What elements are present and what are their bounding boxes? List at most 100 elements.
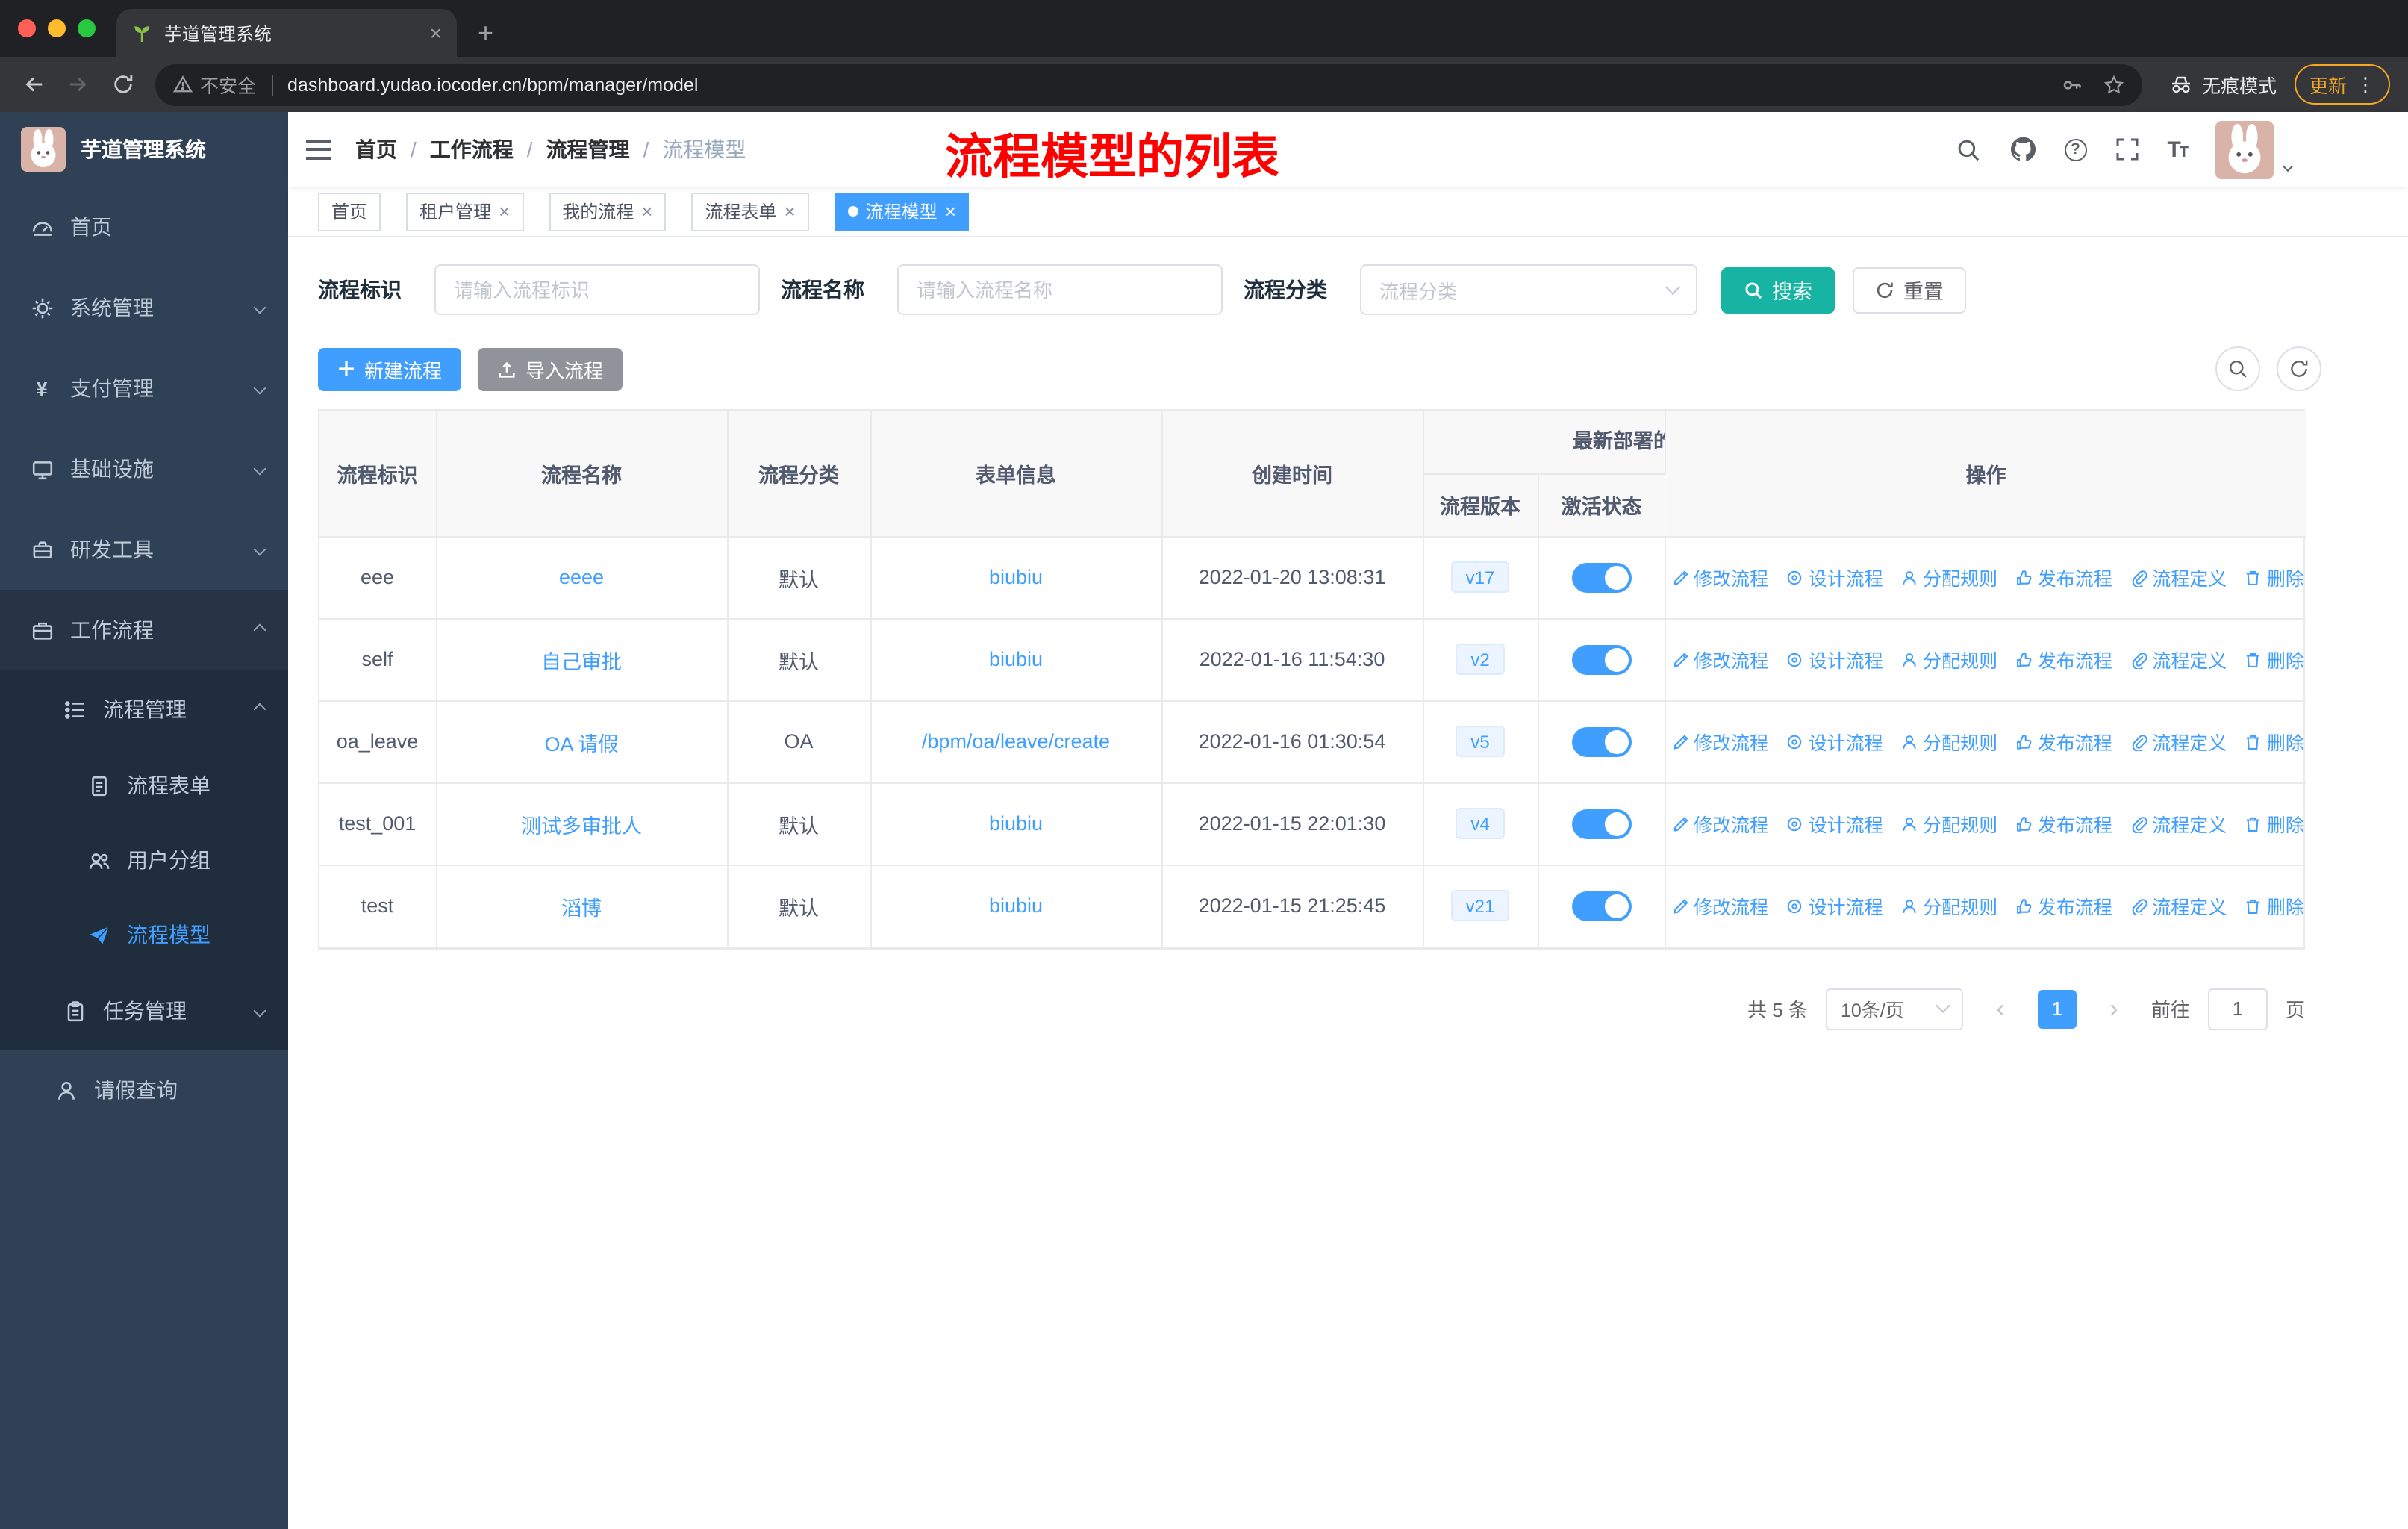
delete-action[interactable]: 删除 <box>2245 727 2304 756</box>
sidebar-logo[interactable]: 芋道管理系统 <box>0 112 288 187</box>
sidebar-item-payment[interactable]: ¥ 支付管理 <box>0 348 288 429</box>
goto-page-input[interactable] <box>2207 988 2268 1030</box>
process-name-link[interactable]: 测试多审批人 <box>521 815 642 837</box>
process-name-link[interactable]: OA 请假 <box>544 732 618 755</box>
process-name-link[interactable]: eeee <box>559 566 604 588</box>
sidebar-item-process-model[interactable]: 流程模型 <box>0 897 288 972</box>
tag-home[interactable]: 首页 <box>318 192 381 231</box>
new-tab-button[interactable]: + <box>457 9 514 57</box>
next-page-button[interactable]: › <box>2094 989 2133 1028</box>
form-info-link[interactable]: /bpm/oa/leave/create <box>922 730 1110 753</box>
browser-update-chip[interactable]: 更新 ⋮ <box>2294 64 2390 105</box>
status-toggle[interactable] <box>1571 726 1631 756</box>
sidebar-item-leave-query[interactable]: 请假查询 <box>0 1050 288 1130</box>
sidebar-item-home[interactable]: 首页 <box>0 187 288 267</box>
page-size-select[interactable]: 10条/页 <box>1825 988 1963 1030</box>
status-toggle[interactable] <box>1571 562 1631 592</box>
zoom-window-button[interactable] <box>78 19 96 37</box>
delete-action[interactable]: 删除 <box>2245 891 2304 920</box>
process-definition-action[interactable]: 流程定义 <box>2130 809 2227 838</box>
design-process-action[interactable]: 设计流程 <box>1786 727 1883 756</box>
sidebar-item-user-group[interactable]: 用户分组 <box>0 823 288 897</box>
assign-rule-action[interactable]: 分配规则 <box>1900 727 1997 756</box>
fullscreen-icon[interactable] <box>2115 137 2139 161</box>
sidebar-item-system[interactable]: 系统管理 <box>0 267 288 348</box>
sidebar-item-workflow[interactable]: 工作流程 <box>0 590 288 670</box>
version-badge[interactable]: v21 <box>1450 890 1510 921</box>
status-toggle[interactable] <box>1571 809 1631 838</box>
font-size-icon[interactable]: TT <box>2167 137 2189 162</box>
back-button[interactable] <box>12 63 54 105</box>
delete-action[interactable]: 删除 <box>2245 645 2304 673</box>
design-process-action[interactable]: 设计流程 <box>1786 891 1883 920</box>
tag-tenant[interactable]: 租户管理 × <box>406 192 524 231</box>
process-definition-action[interactable]: 流程定义 <box>2130 563 2227 591</box>
url-text[interactable]: dashboard.yudao.iocoder.cn/bpm/manager/m… <box>287 74 698 95</box>
browser-menu-icon[interactable]: ⋮ <box>2356 72 2375 96</box>
process-name-link[interactable]: 自己审批 <box>541 650 622 673</box>
form-info-link[interactable]: biubiu <box>989 566 1043 588</box>
sidebar-item-task-mgmt[interactable]: 任务管理 <box>0 972 288 1050</box>
close-icon[interactable]: × <box>785 202 796 221</box>
form-info-link[interactable]: biubiu <box>989 812 1043 835</box>
show-search-icon[interactable] <box>2215 346 2260 391</box>
process-definition-action[interactable]: 流程定义 <box>2130 891 2227 920</box>
user-avatar[interactable] <box>2215 120 2274 178</box>
help-icon[interactable]: ? <box>2064 138 2087 161</box>
form-info-link[interactable]: biubiu <box>989 648 1043 670</box>
bookmark-star-icon[interactable] <box>2103 74 2124 95</box>
design-process-action[interactable]: 设计流程 <box>1786 645 1883 673</box>
tab-close-icon[interactable]: × <box>430 22 442 43</box>
process-definition-action[interactable]: 流程定义 <box>2130 645 2227 673</box>
publish-process-action[interactable]: 发布流程 <box>2015 891 2112 920</box>
design-process-action[interactable]: 设计流程 <box>1786 809 1883 838</box>
tag-process-form[interactable]: 流程表单 × <box>691 192 809 231</box>
version-badge[interactable]: v17 <box>1450 561 1510 593</box>
current-page[interactable]: 1 <box>2037 989 2077 1028</box>
edit-process-action[interactable]: 修改流程 <box>1671 563 1768 591</box>
close-icon[interactable]: × <box>641 202 652 221</box>
reload-button[interactable] <box>102 63 143 105</box>
assign-rule-action[interactable]: 分配规则 <box>1900 563 1997 591</box>
assign-rule-action[interactable]: 分配规则 <box>1900 891 1997 920</box>
forward-button[interactable] <box>57 63 99 105</box>
breadcrumb-item[interactable]: 流程管理 <box>546 134 630 164</box>
breadcrumb-item[interactable]: 首页 <box>355 134 397 164</box>
close-window-button[interactable] <box>18 19 36 37</box>
category-select[interactable]: 流程分类 <box>1360 264 1697 315</box>
delete-action[interactable]: 删除 <box>2245 809 2304 838</box>
sidebar-collapse-icon[interactable] <box>306 140 331 159</box>
publish-process-action[interactable]: 发布流程 <box>2015 809 2112 838</box>
status-toggle[interactable] <box>1571 644 1631 674</box>
prev-page-button[interactable]: ‹ <box>1981 989 2020 1028</box>
password-key-icon[interactable] <box>2062 74 2083 95</box>
process-key-input[interactable] <box>434 264 760 315</box>
security-indicator[interactable]: 不安全 <box>173 70 256 99</box>
browser-tab[interactable]: 芋道管理系统 × <box>116 9 457 57</box>
sidebar-item-process-mgmt[interactable]: 流程管理 <box>0 670 288 748</box>
minimize-window-button[interactable] <box>48 19 66 37</box>
close-icon[interactable]: × <box>499 202 510 221</box>
breadcrumb-item[interactable]: 工作流程 <box>430 134 514 164</box>
create-process-button[interactable]: 新建流程 <box>318 347 462 390</box>
address-bar[interactable]: 不安全 dashboard.yudao.iocoder.cn/bpm/manag… <box>155 63 2142 105</box>
process-definition-action[interactable]: 流程定义 <box>2130 727 2227 756</box>
edit-process-action[interactable]: 修改流程 <box>1671 891 1768 920</box>
publish-process-action[interactable]: 发布流程 <box>2015 727 2112 756</box>
search-button[interactable]: 搜索 <box>1721 267 1835 313</box>
sidebar-item-devtools[interactable]: 研发工具 <box>0 509 288 590</box>
import-process-button[interactable]: 导入流程 <box>478 347 623 390</box>
assign-rule-action[interactable]: 分配规则 <box>1900 645 1997 673</box>
process-name-link[interactable]: 滔博 <box>561 897 602 919</box>
tag-process-model[interactable]: 流程模型 × <box>834 192 970 231</box>
publish-process-action[interactable]: 发布流程 <box>2015 563 2112 591</box>
edit-process-action[interactable]: 修改流程 <box>1671 809 1768 838</box>
sidebar-item-process-form[interactable]: 流程表单 <box>0 748 288 823</box>
process-name-input[interactable] <box>897 264 1223 315</box>
status-toggle[interactable] <box>1571 891 1631 921</box>
version-badge[interactable]: v4 <box>1456 808 1505 839</box>
publish-process-action[interactable]: 发布流程 <box>2015 645 2112 673</box>
delete-action[interactable]: 删除 <box>2245 563 2304 591</box>
tag-my-process[interactable]: 我的流程 × <box>549 192 667 231</box>
assign-rule-action[interactable]: 分配规则 <box>1900 809 1997 838</box>
